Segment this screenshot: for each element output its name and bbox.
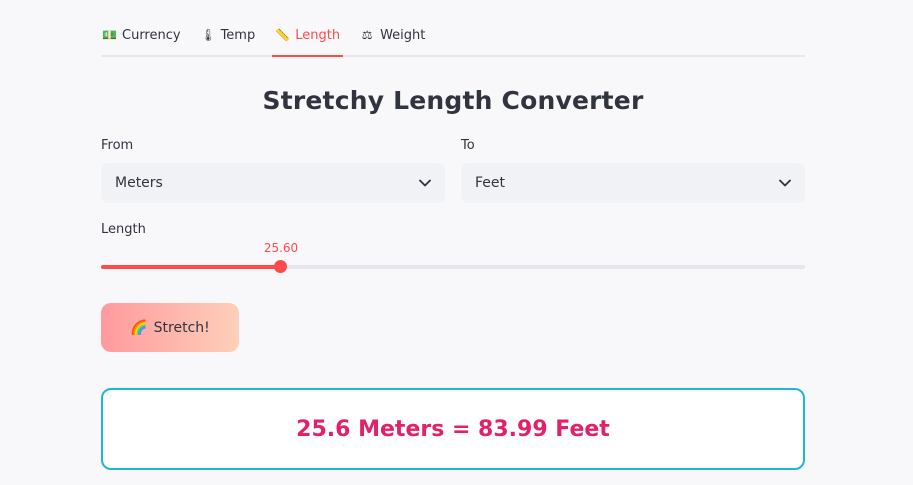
tab-bar: 💵 Currency 🌡 Temp 📏 Length ⚖ Weight (101, 0, 805, 57)
scale-icon: ⚖ (361, 28, 373, 42)
from-select[interactable]: Meters (101, 163, 445, 203)
tab-label: Currency (122, 27, 181, 43)
main-container: 💵 Currency 🌡 Temp 📏 Length ⚖ Weight Stre… (101, 0, 805, 470)
to-field: To Feet (461, 138, 805, 203)
slider-fill (101, 265, 281, 269)
tab-currency[interactable]: 💵 Currency (101, 26, 182, 44)
ruler-icon: 📏 (275, 28, 291, 42)
stretch-button-label: Stretch! (153, 319, 210, 336)
thermometer-icon: 🌡 (200, 28, 216, 42)
result-text: 25.6 Meters = 83.99 Feet (296, 416, 610, 442)
result-box: 25.6 Meters = 83.99 Feet (101, 388, 805, 470)
tab-label: Weight (380, 27, 426, 43)
chevron-down-icon (419, 177, 431, 189)
chevron-down-icon (779, 177, 791, 189)
from-field: From Meters (101, 138, 445, 203)
tab-temp[interactable]: 🌡 Temp (200, 26, 257, 44)
to-select[interactable]: Feet (461, 163, 805, 203)
tab-length[interactable]: 📏 Length (272, 26, 343, 57)
rainbow-icon: 🌈 (130, 319, 148, 336)
to-select-value: Feet (475, 175, 506, 191)
slider-thumb[interactable] (274, 260, 287, 273)
tab-label: Length (295, 27, 341, 43)
from-label: From (101, 138, 134, 153)
money-icon: 💵 (102, 28, 117, 42)
tab-weight[interactable]: ⚖ Weight (359, 26, 426, 44)
page-title: Stretchy Length Converter (262, 86, 644, 115)
tab-label: Temp (220, 27, 256, 43)
stretch-button[interactable]: 🌈 Stretch! (101, 303, 239, 352)
length-slider[interactable] (101, 260, 805, 273)
length-slider-value: 25.60 (263, 241, 299, 255)
from-select-value: Meters (115, 175, 163, 191)
length-slider-label: Length (101, 222, 146, 237)
to-label: To (461, 138, 475, 153)
